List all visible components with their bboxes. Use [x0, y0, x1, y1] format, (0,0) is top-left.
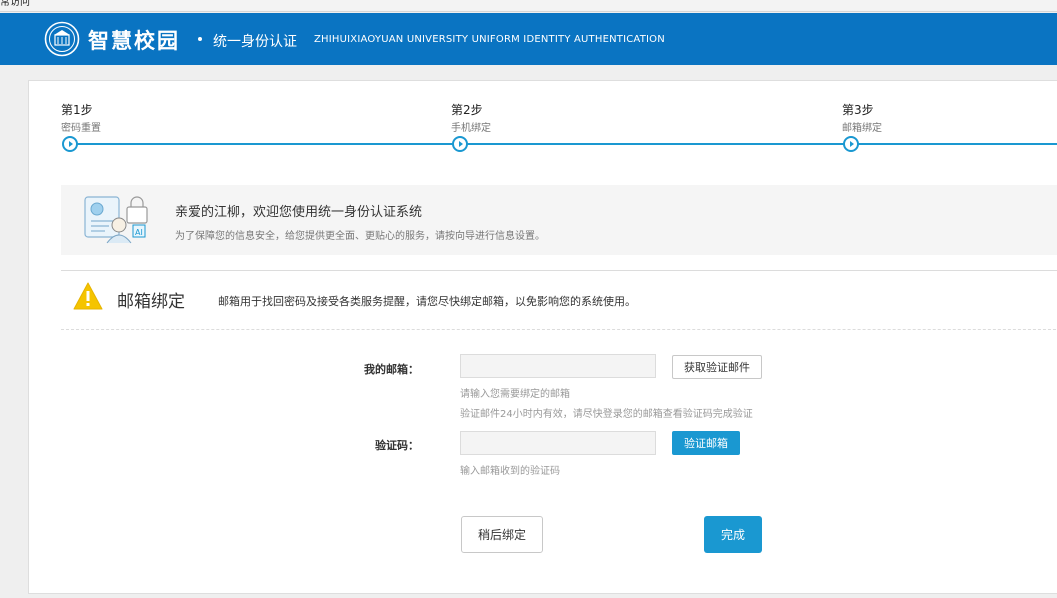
email-input[interactable]	[460, 354, 656, 378]
code-hint: 输入邮箱收到的验证码	[460, 466, 560, 477]
welcome-title: 亲爱的江柳，欢迎您使用统一身份认证系统	[175, 205, 423, 220]
get-verify-email-button[interactable]: 获取验证邮件	[672, 355, 762, 379]
step-1-marker-icon	[62, 136, 78, 152]
welcome-desc: 为了保障您的信息安全，给您提供更全面、更贴心的服务，请按向导进行信息设置。	[175, 231, 545, 242]
step-2-title: 第2步	[451, 103, 483, 117]
school-logo-icon	[44, 21, 80, 57]
email-hint-2: 验证邮件24小时内有效，请尽快登录您的邮箱查看验证码完成验证	[460, 409, 753, 420]
site-header: 智慧校园 统一身份认证 ZHIHUIXIAOYUAN UNIVERSITY UN…	[0, 13, 1057, 65]
step-1-desc: 密码重置	[61, 123, 101, 134]
header-separator-dot	[198, 37, 202, 41]
logo-text: 智慧校园	[88, 29, 180, 53]
code-label: 验证码：	[375, 439, 419, 452]
browser-strip-text: 常访问	[0, 0, 30, 8]
step-2-desc: 手机绑定	[451, 123, 491, 134]
header-english-title: ZHIHUIXIAOYUAN UNIVERSITY UNIFORM IDENTI…	[314, 34, 665, 45]
email-label: 我的邮箱：	[364, 363, 419, 376]
section-divider	[61, 270, 1057, 271]
email-hint-1: 请输入您需要绑定的邮箱	[460, 389, 570, 400]
step-1-title: 第1步	[61, 103, 93, 117]
step-3-marker-icon	[843, 136, 859, 152]
step-3-desc: 邮箱绑定	[842, 123, 882, 134]
section-title: 邮箱绑定	[117, 292, 185, 312]
warning-icon	[73, 282, 103, 310]
step-3-title: 第3步	[842, 103, 874, 117]
step-progress-line	[71, 143, 1057, 145]
step-1: 第1步 密码重置	[61, 101, 101, 134]
browser-frequent-strip: 常访问	[0, 0, 1057, 12]
step-2-marker-icon	[452, 136, 468, 152]
binding-wizard-card: 第1步 密码重置 第2步 手机绑定 第3步 邮箱绑定 AI 亲爱的江柳，欢迎您使…	[28, 80, 1057, 594]
step-2: 第2步 手机绑定	[451, 101, 491, 134]
header-subtitle: 统一身份认证	[213, 34, 297, 50]
bind-later-button[interactable]: 稍后绑定	[461, 516, 543, 553]
welcome-banner: AI 亲爱的江柳，欢迎您使用统一身份认证系统 为了保障您的信息安全，给您提供更全…	[61, 185, 1057, 255]
svg-text:AI: AI	[135, 228, 143, 237]
verify-email-button[interactable]: 验证邮箱	[672, 431, 740, 455]
section-dashed-divider	[61, 329, 1057, 330]
verify-code-input[interactable]	[460, 431, 656, 455]
finish-button[interactable]: 完成	[704, 516, 762, 553]
id-card-user-illustration-icon: AI	[84, 196, 148, 244]
step-3: 第3步 邮箱绑定	[842, 101, 882, 134]
section-desc: 邮箱用于找回密码及接受各类服务提醒，请您尽快绑定邮箱，以免影响您的系统使用。	[218, 295, 636, 308]
